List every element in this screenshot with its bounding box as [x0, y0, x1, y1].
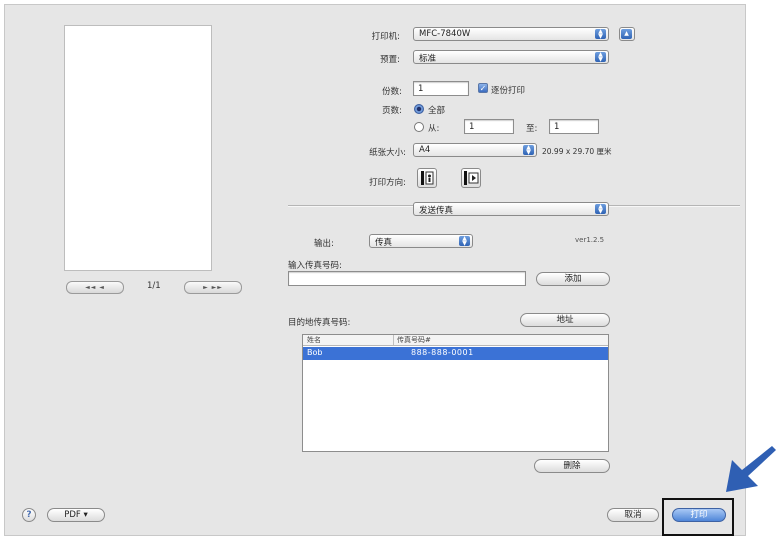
copies-label: 份数:: [382, 87, 402, 97]
pages-from-field[interactable]: 1: [464, 119, 514, 134]
pages-from-value: 1: [469, 122, 475, 132]
presets-value: 标准: [419, 54, 437, 64]
portrait-orientation-button[interactable]: [417, 168, 437, 188]
pages-all-label: 全部: [428, 106, 446, 116]
destination-label: 目的地传真号码:: [288, 318, 351, 328]
popup-arrows-icon: ▲ ▼: [595, 29, 606, 40]
copies-field[interactable]: 1: [413, 81, 469, 96]
page-indicator: 1/1: [147, 281, 161, 291]
paper-size-label: 纸张大小:: [369, 148, 406, 158]
pages-from-radio[interactable]: [414, 122, 424, 132]
callout-arrow-icon: [726, 446, 776, 492]
printer-label: 打印机:: [371, 32, 400, 42]
version-label: ver1.2.5: [575, 236, 605, 244]
output-select[interactable]: 传真 ▲ ▼: [369, 234, 473, 248]
pages-label: 页数:: [382, 106, 402, 116]
landscape-orientation-button[interactable]: [461, 168, 481, 188]
collated-checkbox[interactable]: ✓: [478, 83, 488, 93]
help-button[interactable]: ?: [22, 508, 36, 522]
collated-label: 逐份打印: [491, 86, 526, 96]
paper-dimensions: 20.99 x 29.70 厘米: [542, 147, 612, 156]
landscape-icon: [464, 171, 479, 185]
output-label: 输出:: [314, 239, 334, 249]
pages-from-label: 从:: [428, 124, 440, 134]
row-name: Bob: [307, 348, 323, 357]
triangle-up-icon: ▲: [621, 29, 632, 39]
pages-to-value: 1: [554, 122, 560, 132]
popup-arrows-icon: ▲ ▼: [595, 204, 606, 215]
paper-size-select[interactable]: A4 ▲ ▼: [413, 143, 537, 157]
disclosure-button[interactable]: ▲: [619, 27, 635, 41]
destination-table: 姓名 传真号码# Bob 888-888-0001: [302, 334, 609, 452]
print-button-highlight: [662, 498, 734, 536]
popup-arrows-icon: ▲ ▼: [595, 52, 606, 63]
add-button[interactable]: 添加: [536, 272, 610, 286]
column-divider: [393, 335, 394, 345]
pdf-button[interactable]: PDF ▾: [47, 508, 105, 522]
popup-arrows-icon: ▲ ▼: [459, 236, 470, 247]
printer-value: MFC-7840W: [419, 29, 471, 39]
preview-prev-button[interactable]: ◄◄ ◄: [66, 281, 124, 294]
preview-next-button[interactable]: ► ►►: [184, 281, 242, 294]
page-preview: [64, 25, 212, 271]
output-value: 传真: [375, 238, 393, 248]
presets-label: 预置:: [380, 55, 400, 65]
pages-all-radio[interactable]: [414, 104, 424, 114]
paper-size-value: A4: [419, 145, 431, 155]
address-button[interactable]: 地址: [520, 313, 610, 327]
fax-number-field[interactable]: [288, 271, 526, 286]
fax-number-label: 输入传真号码:: [288, 261, 342, 271]
popup-arrows-icon: ▲ ▼: [523, 145, 534, 156]
orientation-label: 打印方向:: [369, 178, 406, 188]
presets-select[interactable]: 标准 ▲ ▼: [413, 50, 609, 64]
column-header-fax[interactable]: 传真号码#: [397, 335, 431, 345]
cancel-button[interactable]: 取消: [607, 508, 659, 522]
table-row[interactable]: Bob 888-888-0001: [303, 347, 608, 360]
copies-value: 1: [418, 84, 424, 94]
row-fax: 888-888-0001: [411, 348, 474, 357]
panel-select[interactable]: 发送传真 ▲ ▼: [413, 202, 609, 216]
delete-button[interactable]: 删除: [534, 459, 610, 473]
portrait-icon: [421, 171, 434, 185]
column-header-name[interactable]: 姓名: [307, 335, 321, 345]
pages-to-field[interactable]: 1: [549, 119, 599, 134]
printer-select[interactable]: MFC-7840W ▲ ▼: [413, 27, 609, 41]
panel-value: 发送传真: [419, 206, 454, 216]
pages-to-label: 至:: [526, 124, 538, 134]
table-header: 姓名 传真号码#: [303, 335, 608, 346]
